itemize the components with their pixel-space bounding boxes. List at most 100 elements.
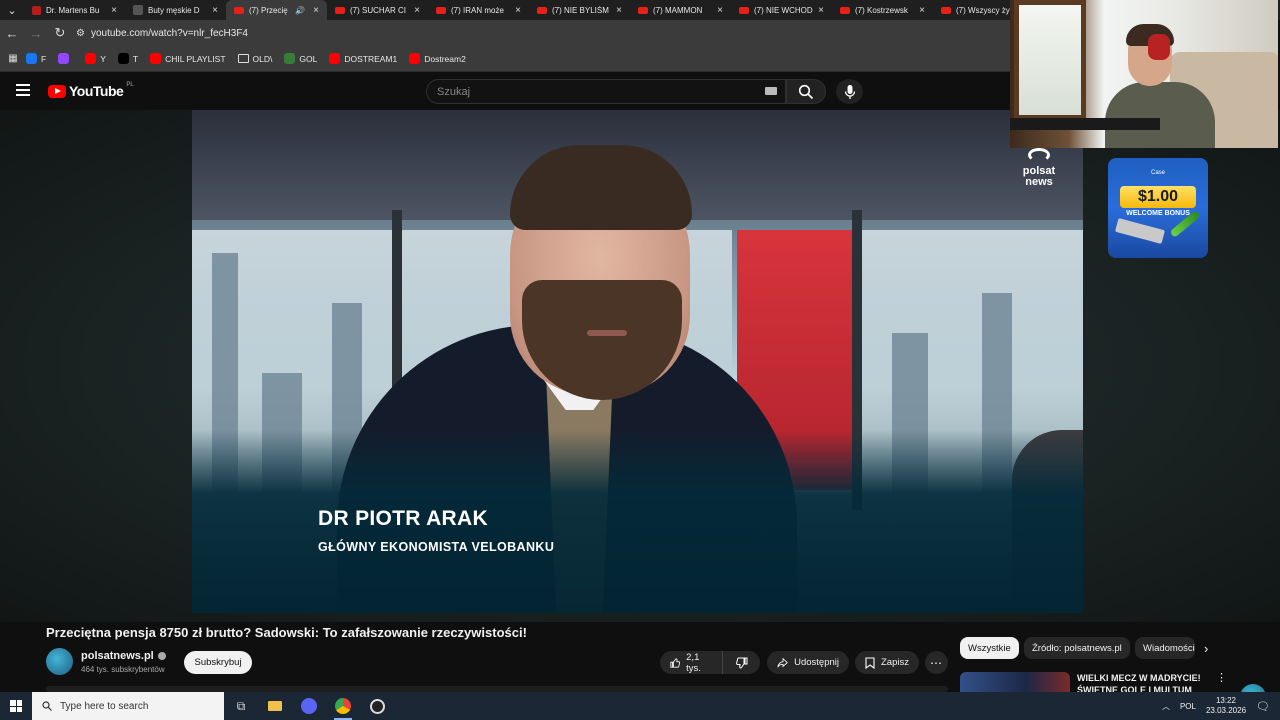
subscribe-button[interactable]: Subskrybuj — [184, 651, 252, 674]
tab-close-icon[interactable]: × — [111, 5, 117, 16]
taskbar-search-input[interactable]: Type here to search — [32, 692, 224, 720]
tab-close-icon[interactable]: × — [313, 5, 319, 16]
reload-icon[interactable]: ↻ — [48, 25, 72, 41]
apps-grid-icon[interactable]: ▦ — [0, 53, 26, 64]
windows-taskbar: Type here to search ⧉ ︿ POL 13:22 23.03.… — [0, 692, 1280, 720]
tab-search-icon[interactable]: ⌄ — [0, 0, 24, 20]
tab-close-icon[interactable]: × — [818, 5, 824, 16]
thumbs-down-icon — [735, 657, 747, 669]
language-indicator[interactable]: POL — [1180, 702, 1196, 711]
search-button[interactable] — [786, 79, 826, 104]
share-button[interactable]: Udostępnij — [767, 651, 849, 674]
bookmark-label: T — [132, 53, 139, 64]
like-button[interactable]: 2,1 tys. — [660, 651, 722, 674]
browser-tab[interactable]: Buty męskie D × — [125, 0, 226, 20]
share-icon — [777, 657, 788, 667]
youtube-logo[interactable]: YouTube PL — [48, 82, 134, 99]
obs-icon[interactable] — [360, 692, 394, 720]
youtube-header: YouTube PL Szukaj — [0, 72, 1010, 110]
youtube-favicon-icon — [32, 5, 41, 15]
browser-tab[interactable]: (7) NIE WCHOD × — [731, 0, 832, 20]
bookmark-item[interactable] — [58, 53, 73, 64]
browser-tab[interactable]: (7) SUCHAR CI × — [327, 0, 428, 20]
youtube-favicon-icon — [234, 6, 244, 14]
tab-audio-icon[interactable]: 🔊 — [295, 6, 305, 15]
lower-third-role: GŁÓWNY EKONOMISTA VELOBANKU — [318, 540, 555, 554]
tab-close-icon[interactable]: × — [515, 5, 521, 16]
tab-close-icon[interactable]: × — [414, 5, 420, 16]
more-actions-button[interactable]: ⋯ — [925, 651, 948, 674]
start-button[interactable] — [0, 692, 32, 720]
keyboard-icon[interactable] — [765, 87, 777, 95]
channel-name: polsatnews.pl — [81, 650, 154, 662]
youtube-favicon-icon — [335, 6, 345, 14]
recommendation-title[interactable]: WIELKI MECZ W MADRYCIE! ŚWIETNE GOLE I M… — [1077, 672, 1205, 692]
headset-icon — [1148, 34, 1170, 60]
player-area: DR PIOTR ARAK GŁÓWNY EKONOMISTA VELOBANK… — [0, 110, 1280, 710]
tab-title: Dr. Martens Bu — [46, 5, 100, 15]
back-icon[interactable]: ← — [0, 26, 24, 41]
channel-name-row[interactable]: polsatnews.pl — [81, 650, 166, 662]
browser-tab[interactable]: (7) Przecię 🔊 × — [226, 0, 327, 20]
tab-title: Buty męskie D — [148, 5, 200, 15]
x-icon — [117, 53, 129, 64]
save-button[interactable]: Zapisz — [855, 651, 919, 674]
bookmark-item[interactable]: T — [117, 53, 139, 64]
discord-icon[interactable] — [292, 692, 326, 720]
gol-icon — [284, 53, 296, 64]
chip-news[interactable]: Wiadomości — [1135, 637, 1195, 659]
recommendation-menu-icon[interactable]: ⋮ — [1216, 671, 1227, 684]
browser-tab[interactable]: (7) NIE BYLIŚM × — [529, 0, 630, 20]
video-player[interactable]: DR PIOTR ARAK GŁÓWNY EKONOMISTA VELOBANK… — [192, 110, 1083, 613]
channel-avatar[interactable] — [46, 648, 73, 675]
clock[interactable]: 13:22 23.03.2026 — [1206, 696, 1246, 716]
bookmark-item[interactable]: F — [26, 53, 46, 64]
url-text: youtube.com/watch?v=nlr_fecH3F4 — [90, 27, 248, 39]
menu-icon[interactable] — [16, 84, 30, 96]
youtube-favicon-icon — [436, 6, 446, 14]
voice-search-button[interactable] — [836, 79, 863, 104]
bookmark-item[interactable]: Dostream2 — [409, 53, 466, 64]
youtube-favicon-icon — [840, 6, 850, 14]
file-explorer-icon[interactable] — [258, 692, 292, 720]
tab-close-icon[interactable]: × — [717, 5, 723, 16]
browser-tab[interactable]: (7) IRAN może × — [428, 0, 529, 20]
site-info-icon[interactable]: ⚙ — [76, 28, 85, 39]
polsat-news-watermark: polsat news — [1012, 148, 1066, 188]
tabs-container: Dr. Martens Bu × Buty męskie D × (7) Przecię… — [24, 0, 1034, 20]
tab-close-icon[interactable]: × — [212, 5, 218, 16]
url-field[interactable]: ⚙ youtube.com/watch?v=nlr_fecH3F4 — [76, 22, 1006, 44]
tab-title: (7) NIE BYLIŚM — [552, 5, 609, 15]
tab-close-icon[interactable]: × — [616, 5, 622, 16]
bookmark-item[interactable]: CHIL PLAYLIST — [150, 53, 226, 64]
browser-tab[interactable]: (7) MAMMON × — [630, 0, 731, 20]
tray-expand-icon[interactable]: ︿ — [1162, 701, 1170, 712]
dislike-button[interactable] — [722, 651, 760, 674]
bookmark-item[interactable]: OLD\ — [237, 54, 272, 64]
notifications-icon[interactable]: 🗨 — [1256, 700, 1270, 713]
chip-source[interactable]: Źródło: polsatnews.pl — [1024, 637, 1130, 659]
like-count: 2,1 tys. — [686, 651, 701, 674]
forward-icon[interactable]: → — [24, 26, 48, 41]
tab-close-icon[interactable]: × — [919, 5, 925, 16]
bookmark-item[interactable]: DOSTREAM1 — [329, 53, 397, 64]
chevron-right-icon[interactable]: › — [1204, 641, 1208, 656]
tab-title: (7) Przecię — [249, 5, 288, 15]
task-view-icon[interactable]: ⧉ — [224, 692, 258, 720]
chip-all[interactable]: Wszystkie — [960, 637, 1019, 659]
browser-tab[interactable]: Dr. Martens Bu × — [24, 0, 125, 20]
bookmark-label: Dostream2 — [424, 53, 466, 64]
bookmark-item[interactable]: GOL — [284, 53, 317, 64]
browser-tab[interactable]: (7) Kostrzewsk × — [832, 0, 933, 20]
recommendation-thumbnail[interactable] — [960, 672, 1070, 692]
search-input[interactable]: Szukaj — [426, 79, 786, 104]
bookmark-item[interactable]: Y — [85, 53, 106, 64]
promo-ad-card[interactable]: Case $1.00 WELCOME BONUS — [1108, 158, 1208, 258]
chrome-icon[interactable] — [326, 692, 360, 720]
bookmark-list: F Y T CHIL PLAYLIST OLD\ GOL DOSTREAM1 Dostream… — [26, 53, 478, 64]
clock-time: 13:22 — [1215, 696, 1237, 705]
search-icon — [798, 84, 814, 99]
facebook-icon — [26, 53, 37, 64]
microphone-icon — [844, 84, 855, 99]
polsat-mark-icon — [1028, 148, 1050, 162]
